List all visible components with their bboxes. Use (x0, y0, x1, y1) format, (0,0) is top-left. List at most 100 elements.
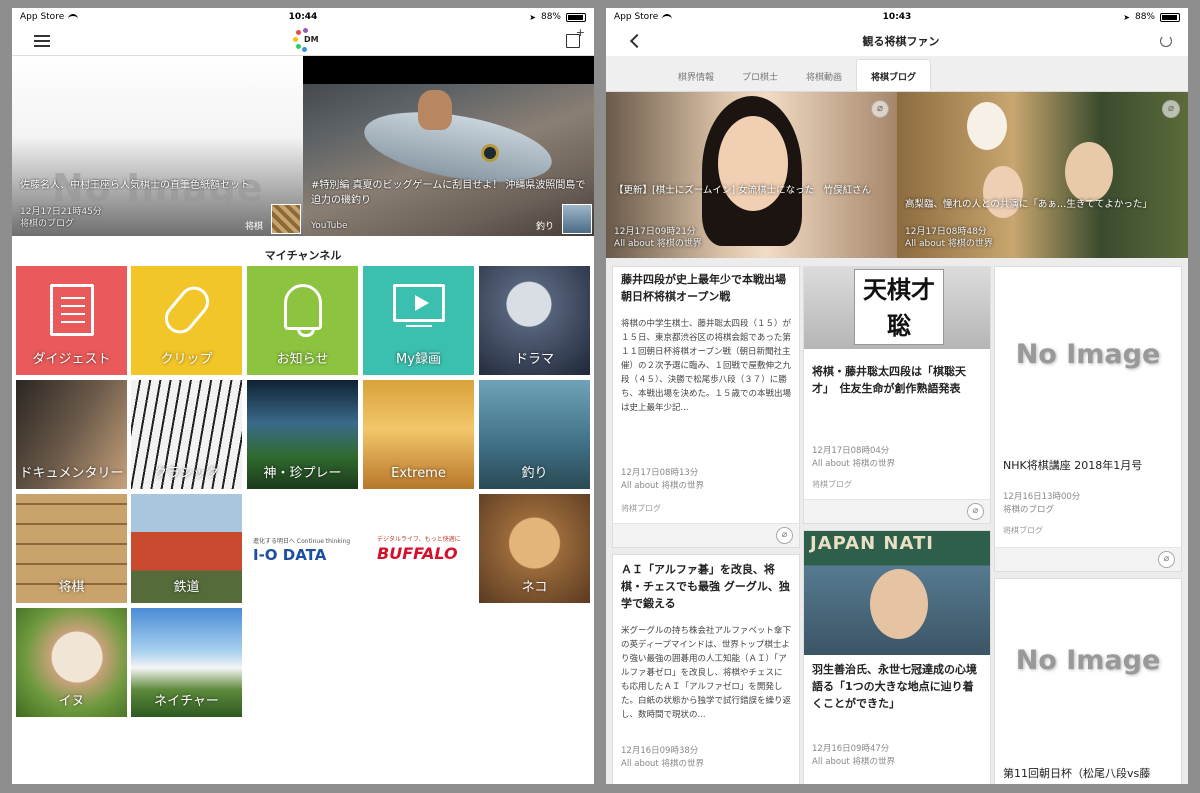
featured-time: 12月17日08時48分 (905, 227, 987, 237)
iodata-logo: I-O DATA (253, 546, 327, 564)
featured-title: 【更新】[棋士にズームイン] 女流棋士になった 竹俣紅さん (614, 185, 872, 196)
tile-extreme[interactable]: Extreme (363, 380, 474, 489)
featured-source: YouTube (311, 221, 348, 231)
sponsor-buffalo[interactable]: デジタルライフ、もっと快適に BUFFALO (363, 494, 474, 603)
tile-digest[interactable]: ダイジェスト (16, 266, 127, 375)
tile-notifications[interactable]: お知らせ (247, 266, 358, 375)
tile-nature[interactable]: ネイチャー (131, 608, 242, 717)
featured-meta: 12月17日08時48分 All about 将棋の世界 (905, 226, 993, 250)
tile-classic[interactable]: クラシック (131, 380, 242, 489)
tile-clip[interactable]: クリップ (131, 266, 242, 375)
paperclip-icon (158, 280, 215, 340)
featured-tag: 将棋 (244, 222, 263, 232)
article-meta: 12月16日09時38分 All about 将棋の世界 (613, 745, 712, 771)
article-tag: 将棋ブログ (1003, 526, 1043, 535)
tile-label: 釣り (521, 466, 548, 481)
tile-label: ネイチャー (154, 694, 219, 709)
article-meta: 12月16日09時47分 All about 将棋の世界 (804, 743, 903, 769)
featured-card-1[interactable]: No Image 佐藤名人、中村王座ら人気棋士の直筆色紙額セット 12月17日2… (12, 56, 303, 236)
tile-label: お知らせ (276, 352, 329, 367)
tile-documentary[interactable]: ドキュメンタリー (16, 380, 127, 489)
document-icon (49, 284, 94, 336)
featured-title: 佐藤名人、中村王座ら人気棋士の直筆色紙額セット (20, 180, 250, 191)
tv-play-icon (392, 284, 445, 327)
battery-percent: 88% (1134, 12, 1155, 22)
app-logo[interactable]: DM (293, 27, 323, 54)
tile-fishing[interactable]: 釣り (479, 380, 590, 489)
article-time: 12月16日09時38分 (621, 746, 699, 756)
status-bar: App Store 10:44 ➤ 88% (12, 8, 594, 26)
article-meta: 12月17日08時13分 All about 将棋の世界 (613, 467, 712, 493)
article-title: ＡＩ「アルファ碁」を改良、将棋・チェスでも最強 グーグル、独学で鍛える (621, 563, 790, 610)
tile-railway[interactable]: 鉄道 (131, 494, 242, 603)
tile-label: クリップ (160, 352, 213, 367)
clip-icon[interactable]: ⌀ (776, 527, 793, 544)
article-tag: 将棋ブログ (621, 504, 661, 513)
tile-super-plays[interactable]: 神・珍プレー (247, 380, 358, 489)
article-card[interactable]: ＡＩ「アルファ碁」を改良、将棋・チェスでも最強 グーグル、独学で鍛える 米グーグ… (612, 554, 800, 784)
featured-card-2[interactable]: ⌀ 高梨臨、憧れの人との共演に「あぁ…生きててよかった」 12月17日08時48… (897, 92, 1188, 258)
location-icon: ➤ (1123, 12, 1130, 22)
back-to-app-label[interactable]: App Store (20, 12, 64, 22)
tab-shogi-news[interactable]: 棋界情報 (664, 70, 728, 91)
back-to-app-label[interactable]: App Store (614, 12, 658, 22)
right-screen: App Store 10:43 ➤ 88% 観る将棋ファン 棋界情報 プロ棋士 … (606, 8, 1188, 784)
tile-label: 将棋 (58, 580, 85, 595)
article-card[interactable]: 藤井四段が史上最年少で本戦出場 朝日杯将棋オープン戦 将棋の中学生棋士、藤井聡太… (612, 266, 800, 548)
tile-label: 鉄道 (173, 580, 200, 595)
sponsor-tagline: デジタルライフ、もっと快適に (377, 536, 461, 543)
article-title: NHK将棋講座 2018年1月号 (1003, 459, 1143, 472)
tile-dog[interactable]: イヌ (16, 608, 127, 717)
article-card[interactable]: No Image NHK将棋講座 2018年1月号 12月16日13時00分 将… (994, 266, 1182, 572)
category-tabs: 棋界情報 プロ棋士 将棋動画 将棋ブログ (606, 56, 1188, 92)
add-icon[interactable] (566, 26, 585, 48)
clip-icon[interactable]: ⌀ (1158, 551, 1175, 568)
sponsor-iodata[interactable]: 進化する明日へ Continue thinking I-O DATA (247, 494, 358, 603)
tile-drama[interactable]: ドラマ (479, 266, 590, 375)
tab-pro-players[interactable]: プロ棋士 (728, 70, 792, 91)
article-image: 天棋才聡 (804, 267, 990, 349)
status-bar: App Store 10:43 ➤ 88% (606, 8, 1188, 26)
article-grid: 藤井四段が史上最年少で本戦出場 朝日杯将棋オープン戦 将棋の中学生棋士、藤井聡太… (606, 266, 1188, 784)
featured-source: All about 将棋の世界 (905, 239, 993, 249)
article-time: 12月16日09時47分 (812, 744, 890, 754)
article-meta: 12月17日08時04分 All about 将棋の世界 (804, 445, 903, 471)
clip-icon[interactable]: ⌀ (1162, 100, 1180, 118)
page-title: 観る将棋ファン (862, 35, 940, 48)
article-time: 12月17日08時13分 (621, 468, 699, 478)
refresh-icon[interactable] (1160, 35, 1172, 47)
article-source: All about 将棋の世界 (621, 759, 704, 769)
article-card[interactable]: No Image 第11回朝日杯（松尾八段vs藤 (994, 578, 1182, 784)
article-excerpt: 米グーグルの持ち株会社アルファベット傘下の英ディープマインドは、世界トップ棋士よ… (621, 626, 792, 720)
angler-image (418, 90, 452, 130)
buffalo-logo: BUFFALO (377, 544, 458, 563)
clip-icon[interactable]: ⌀ (967, 503, 984, 520)
tile-shogi[interactable]: 将棋 (16, 494, 127, 603)
featured-time: 12月17日21時45分 (20, 207, 102, 217)
article-meta: 12月16日13時00分 将棋のブログ (995, 491, 1088, 517)
tile-my-recordings[interactable]: My録画 (363, 266, 474, 375)
banner-text: JAPAN NATI (810, 533, 935, 554)
tile-label: クラシック (154, 466, 219, 481)
clip-icon[interactable]: ⌀ (871, 100, 889, 118)
left-screen: App Store 10:44 ➤ 88% DM No Image 佐藤名人、中… (12, 8, 594, 784)
menu-icon[interactable] (34, 34, 50, 47)
bell-icon (283, 284, 322, 337)
no-image-placeholder: No Image (1015, 339, 1161, 370)
article-card[interactable]: 天棋才聡 将棋・藤井聡太四段は「棋聡天才」 住友生命が創作熟語発表 12月17日… (803, 266, 991, 524)
tab-shogi-blogs[interactable]: 将棋ブログ (856, 59, 932, 91)
tile-label: ドラマ (514, 352, 554, 367)
article-title: 将棋・藤井聡太四段は「棋聡天才」 住友生命が創作熟語発表 (812, 365, 966, 395)
tile-cat[interactable]: ネコ (479, 494, 590, 603)
tile-label: 神・珍プレー (263, 466, 342, 481)
featured-title: #特別編 真夏のビッグゲームに刮目せよ！ 沖縄県波照間島で迫力の磯釣り (311, 180, 586, 206)
featured-meta: 12月17日21時45分 将棋のブログ (20, 206, 102, 230)
article-card[interactable]: JAPAN NATI 羽生善治氏、永世七冠達成の心境語る「1つの大きな地点に辿り… (803, 530, 991, 784)
mascot-image (967, 102, 1007, 150)
card-footer: ⌀ (804, 499, 990, 523)
featured-card-1[interactable]: ⌀ 【更新】[棋士にズームイン] 女流棋士になった 竹俣紅さん 12月17日09… (606, 92, 897, 258)
featured-tag: 釣り (535, 222, 554, 232)
tab-shogi-videos[interactable]: 将棋動画 (792, 70, 856, 91)
featured-card-2[interactable]: #特別編 真夏のビッグゲームに刮目せよ！ 沖縄県波照間島で迫力の磯釣り YouT… (303, 56, 594, 236)
back-chevron-icon[interactable] (629, 33, 645, 49)
